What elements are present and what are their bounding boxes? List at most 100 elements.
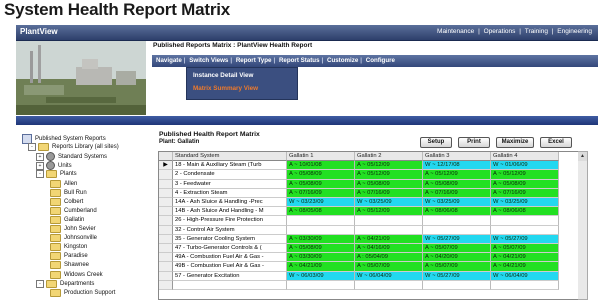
row-selector[interactable] — [159, 234, 173, 244]
row-selector[interactable] — [159, 207, 173, 217]
table-row[interactable]: 3 - Feedwater A ~ 05/08/09 A ~ 05/08/09 A ~… — [159, 179, 579, 189]
table-row[interactable]: 57 - Generator Excitation W ~ 06/03/09 W ~… — [159, 271, 579, 281]
status-cell[interactable]: W ~ 05/27/09 — [423, 234, 491, 244]
collapse-icon[interactable]: - — [36, 279, 44, 288]
tree-item[interactable]: Bull Run — [50, 188, 87, 197]
status-cell[interactable]: A ~ 08/05/08 — [287, 207, 355, 217]
column-header[interactable]: Gallatin 4 — [491, 152, 559, 162]
status-cell[interactable]: A ~ 05/07/09 — [355, 262, 423, 272]
table-row[interactable]: 14A - Ash Sluice & Handling -Prec W ~ 03/… — [159, 198, 579, 208]
tree-item[interactable]: Production Support — [50, 288, 115, 297]
status-cell[interactable]: W ~ 03/25/09 — [355, 198, 423, 208]
menu-item-instance-detail[interactable]: Instance Detail View — [193, 72, 253, 79]
nav-configure[interactable]: Configure — [366, 57, 395, 64]
status-cell[interactable]: W ~ 03/23/09 — [287, 198, 355, 208]
table-row[interactable]: 49B - Combustion Fuel Air & Gas -A ~ 04/… — [159, 262, 579, 272]
row-selector[interactable] — [159, 170, 173, 180]
nav-report-type[interactable]: Report Type — [236, 57, 272, 64]
tree-item[interactable]: Gallatin — [50, 215, 84, 224]
top-link-maintenance[interactable]: Maintenance — [437, 28, 474, 35]
tree-item[interactable]: Colbert — [50, 197, 83, 206]
table-row[interactable]: 47 - Turbo-Generator Controls & (A ~ 05/… — [159, 244, 579, 254]
status-cell[interactable]: A ~ 05/08/09 — [287, 179, 355, 189]
status-cell[interactable]: A ~ 07/16/09 — [287, 188, 355, 198]
table-row[interactable]: 35 - Generator Cooling System A ~ 03/30/0… — [159, 234, 579, 244]
collapse-icon[interactable]: - — [28, 143, 36, 152]
status-cell[interactable]: A ~ 04/16/09 — [355, 244, 423, 254]
tree-item[interactable]: - Departments — [36, 279, 94, 288]
top-link-engineering[interactable]: Engineering — [557, 28, 592, 35]
status-cell[interactable]: A ~ 03/30/09 — [287, 253, 355, 263]
tree-item[interactable]: + Standard Systems — [36, 152, 107, 162]
row-selector[interactable] — [159, 271, 173, 281]
status-cell[interactable] — [423, 280, 491, 290]
tree-item[interactable]: Paradise — [50, 252, 88, 261]
excel-button[interactable]: Excel — [540, 137, 572, 148]
column-header[interactable]: Gallatin 3 — [423, 152, 491, 162]
row-selector[interactable] — [159, 280, 173, 290]
status-cell[interactable] — [423, 225, 491, 235]
top-link-training[interactable]: Training — [525, 28, 548, 35]
column-header[interactable]: Gallatin 2 — [355, 152, 423, 162]
status-cell[interactable] — [423, 216, 491, 226]
status-cell[interactable]: W ~ 05/27/09 — [423, 271, 491, 281]
status-cell[interactable]: A ~ 03/30/09 — [287, 234, 355, 244]
status-cell[interactable] — [491, 225, 559, 235]
tree-item[interactable]: - Reports Library (all sites) — [28, 143, 119, 152]
nav-switch-views[interactable]: Switch Views — [189, 57, 228, 64]
row-selector[interactable] — [159, 216, 173, 226]
tree-item[interactable]: Cumberland — [50, 206, 97, 215]
table-row[interactable]: 14B - Ash Sluice And Handling - MA ~ 08/… — [159, 207, 579, 217]
table-row[interactable]: 32 - Control Air System — [159, 225, 579, 235]
status-cell[interactable]: A ~ 04/21/09 — [287, 262, 355, 272]
scroll-up-icon[interactable]: ▲ — [578, 152, 587, 161]
status-cell[interactable]: A ~ 05/08/09 — [491, 179, 559, 189]
grid-scrollbar[interactable]: ▲ — [578, 151, 588, 300]
top-link-operations[interactable]: Operations — [484, 28, 516, 35]
status-cell[interactable]: A ~ 08/06/08 — [423, 207, 491, 217]
tree-item[interactable]: Kingston — [50, 243, 87, 252]
column-header[interactable]: Gallatin 1 — [287, 152, 355, 162]
row-selector[interactable] — [159, 188, 173, 198]
collapse-icon[interactable]: - — [36, 170, 44, 179]
tree-item[interactable]: Johnsonville — [50, 234, 97, 243]
row-selector[interactable] — [159, 244, 173, 254]
status-cell[interactable]: W ~ 03/25/09 — [423, 198, 491, 208]
tree-item[interactable]: Shawnee — [50, 261, 89, 270]
status-cell[interactable]: W ~ 05/27/09 — [491, 234, 559, 244]
table-row[interactable] — [159, 280, 579, 290]
status-cell[interactable] — [491, 216, 559, 226]
status-cell[interactable]: A ~ 05/07/09 — [423, 262, 491, 272]
status-cell[interactable]: A ~ 07/16/09 — [491, 188, 559, 198]
status-cell[interactable]: A ~ 05/12/09 — [423, 170, 491, 180]
status-cell[interactable]: W ~ 12/17/08 — [423, 161, 491, 171]
status-cell[interactable]: A : 05/04/09 — [355, 253, 423, 263]
status-cell[interactable]: A ~ 05/12/09 — [491, 170, 559, 180]
status-cell[interactable]: A ~ 05/12/09 — [355, 207, 423, 217]
status-cell[interactable]: A ~ 05/07/09 — [491, 244, 559, 254]
maximize-button[interactable]: Maximize — [496, 137, 534, 148]
status-cell[interactable]: A ~ 08/06/08 — [491, 207, 559, 217]
status-cell[interactable]: W ~ 06/03/09 — [287, 271, 355, 281]
status-cell[interactable]: A ~ 05/08/09 — [287, 244, 355, 254]
table-row[interactable]: 49A - Combustion Fuel Air & Gas -A ~ 03/… — [159, 253, 579, 263]
tree-item[interactable]: - Plants — [36, 170, 77, 179]
table-row[interactable]: 4 - Extraction Steam A ~ 07/16/09 A ~ 07/1… — [159, 188, 579, 198]
nav-navigate[interactable]: Navigate — [156, 57, 182, 64]
status-cell[interactable]: A ~ 05/08/09 — [287, 170, 355, 180]
status-cell[interactable]: A ~ 10/01/08 — [287, 161, 355, 171]
row-selector[interactable] — [159, 225, 173, 235]
status-cell[interactable]: A ~ 05/12/09 — [355, 170, 423, 180]
table-row[interactable]: 26 - High-Pressure Fire Protection — [159, 216, 579, 226]
row-selector[interactable] — [159, 179, 173, 189]
tree-item[interactable]: + Units — [36, 161, 72, 171]
tree-item[interactable]: Widows Creek — [50, 270, 103, 279]
status-cell[interactable]: W ~ 03/25/09 — [491, 198, 559, 208]
row-selector[interactable] — [159, 198, 173, 208]
table-row[interactable]: 2 - Condensate A ~ 05/08/09 A ~ 05/12/09 A … — [159, 170, 579, 180]
tree-item[interactable]: John Sevier — [50, 225, 96, 233]
status-cell[interactable]: A ~ 04/21/09 — [355, 234, 423, 244]
expand-icon[interactable]: + — [36, 152, 44, 161]
status-cell[interactable]: A ~ 05/08/09 — [355, 179, 423, 189]
row-pointer-icon[interactable]: ▶ — [159, 161, 173, 171]
